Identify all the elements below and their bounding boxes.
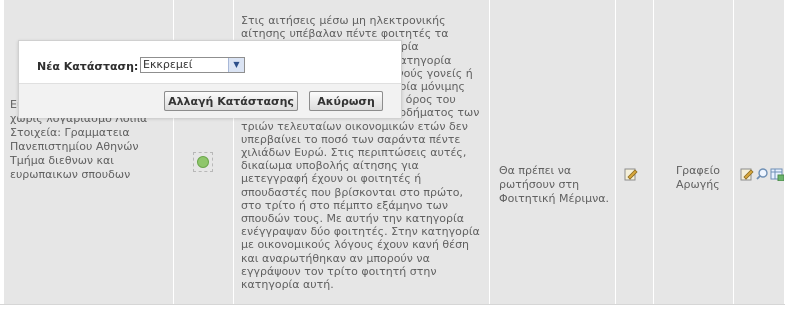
actions-cell <box>734 0 785 304</box>
status-ok-icon[interactable] <box>193 152 213 172</box>
search-icon[interactable] <box>755 167 769 181</box>
dialog-top: Νέα Κατάσταση: Εκκρεμεί ▼ <box>19 41 401 83</box>
edit-cell <box>616 0 654 304</box>
office-cell <box>654 0 734 304</box>
status-select-value: Εκκρεμεί <box>143 58 193 71</box>
edit-icon[interactable] <box>624 167 638 181</box>
table-icon[interactable] <box>770 167 784 181</box>
status-dot <box>197 156 209 168</box>
table-bottom-border <box>0 304 785 316</box>
change-status-dialog: Νέα Κατάσταση: Εκκρεμεί ▼ Αλλαγή Κατάστα… <box>18 40 402 118</box>
response-text: Θα πρέπει να ρωτήσουν στη Φοιτητική Μέρι… <box>499 164 610 205</box>
status-select[interactable]: Εκκρεμεί ▼ <box>140 57 245 73</box>
edit-icon[interactable] <box>740 167 754 181</box>
response-cell <box>490 0 616 304</box>
new-status-label: Νέα Κατάσταση: <box>37 60 139 73</box>
chevron-down-icon[interactable]: ▼ <box>228 58 244 72</box>
change-status-button[interactable]: Αλλαγή Κατάστασης <box>164 91 298 111</box>
office-text: Γραφείο Αρωγής <box>676 164 721 191</box>
cancel-button[interactable]: Ακύρωση <box>309 91 383 111</box>
